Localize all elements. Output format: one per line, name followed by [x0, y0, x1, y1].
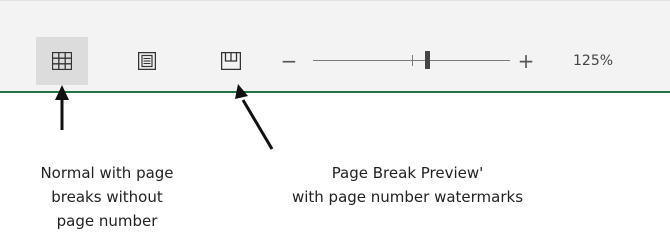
annotation-arrows: [55, 84, 274, 150]
annotation-line: Normal with page: [40, 164, 174, 182]
annotation-line: breaks without: [51, 188, 163, 206]
arrow-to-normal-view: [55, 85, 69, 130]
annotation-line: with page number watermarks: [291, 188, 524, 206]
page-break-annotation: Page Break Preview' with page number wat…: [230, 161, 585, 209]
annotation-line: page number: [56, 212, 158, 230]
normal-view-annotation: Normal with page breaks without page num…: [0, 161, 214, 233]
arrow-to-page-break-preview: [235, 84, 274, 150]
annotation-line: Page Break Preview': [331, 164, 484, 182]
